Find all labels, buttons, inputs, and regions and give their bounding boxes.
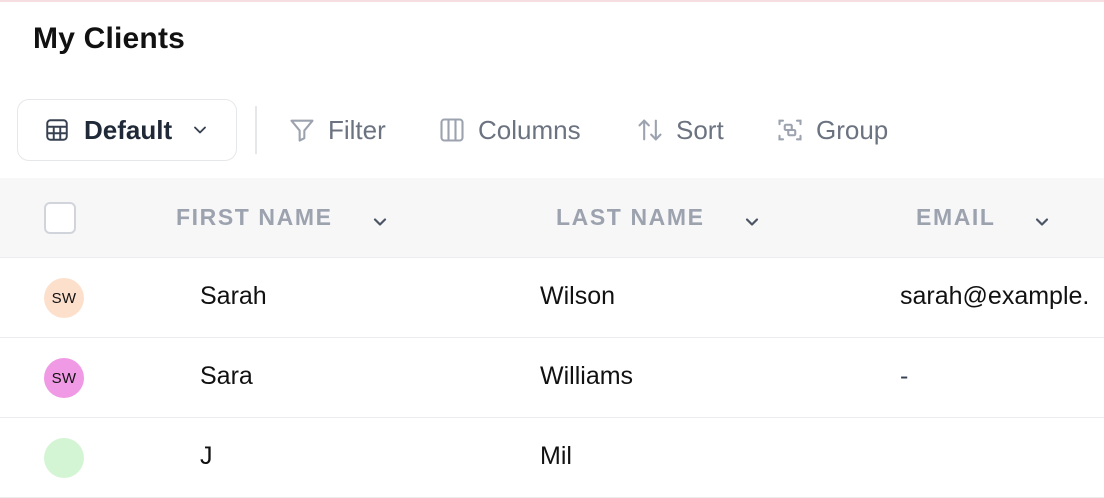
column-header-last-name-label: LAST NAME bbox=[556, 204, 705, 230]
cell-first-name: Sara bbox=[200, 362, 253, 390]
toolbar-divider bbox=[255, 106, 257, 154]
chevron-down-icon bbox=[194, 126, 207, 134]
sort-button[interactable]: Sort bbox=[636, 110, 724, 150]
view-select-dropdown[interactable]: Default bbox=[17, 99, 237, 161]
group-button-label: Group bbox=[816, 114, 889, 145]
avatar bbox=[44, 438, 84, 478]
table-row[interactable]: SW Sara Williams - bbox=[0, 338, 1104, 418]
avatar: SW bbox=[44, 278, 84, 318]
table-grid-icon bbox=[46, 119, 68, 141]
sort-arrows-icon bbox=[638, 119, 662, 141]
page-title: My Clients bbox=[33, 22, 186, 55]
filter-button[interactable]: Filter bbox=[288, 110, 386, 150]
chevron-down-icon bbox=[1035, 218, 1049, 226]
columns-icon bbox=[440, 118, 464, 142]
cell-last-name: Mil bbox=[540, 442, 572, 470]
table-row[interactable]: J Mil bbox=[0, 418, 1104, 498]
table-header: FIRST NAME LAST NAME EMAIL bbox=[0, 178, 1104, 258]
column-header-email-label: EMAIL bbox=[916, 204, 996, 230]
chevron-down-icon bbox=[373, 218, 387, 226]
columns-button-label: Columns bbox=[478, 114, 581, 145]
toolbar: Default Filter Columns Sort Group bbox=[0, 96, 1104, 164]
cell-email: sarah@example. bbox=[900, 282, 1090, 310]
columns-button[interactable]: Columns bbox=[438, 110, 581, 150]
group-icon bbox=[778, 119, 802, 141]
cell-first-name: Sarah bbox=[200, 282, 267, 310]
top-accent-bar bbox=[0, 0, 1104, 2]
column-header-last-name[interactable]: LAST NAME bbox=[556, 204, 759, 231]
column-header-first-name-label: FIRST NAME bbox=[176, 204, 333, 230]
group-button[interactable]: Group bbox=[776, 110, 888, 150]
filter-icon bbox=[290, 119, 314, 142]
avatar: SW bbox=[44, 358, 84, 398]
column-header-email[interactable]: EMAIL bbox=[916, 204, 1049, 231]
select-all-checkbox[interactable] bbox=[44, 202, 76, 234]
column-header-first-name[interactable]: FIRST NAME bbox=[176, 204, 387, 231]
chevron-down-icon bbox=[745, 218, 759, 226]
cell-first-name: J bbox=[200, 442, 213, 470]
sort-button-label: Sort bbox=[676, 114, 724, 145]
filter-button-label: Filter bbox=[328, 114, 386, 145]
cell-email: - bbox=[900, 362, 909, 390]
cell-last-name: Wilson bbox=[540, 282, 616, 310]
view-select-label: Default bbox=[84, 114, 173, 145]
cell-last-name: Williams bbox=[540, 362, 634, 390]
table-row[interactable]: SW Sarah Wilson sarah@example. bbox=[0, 258, 1104, 338]
